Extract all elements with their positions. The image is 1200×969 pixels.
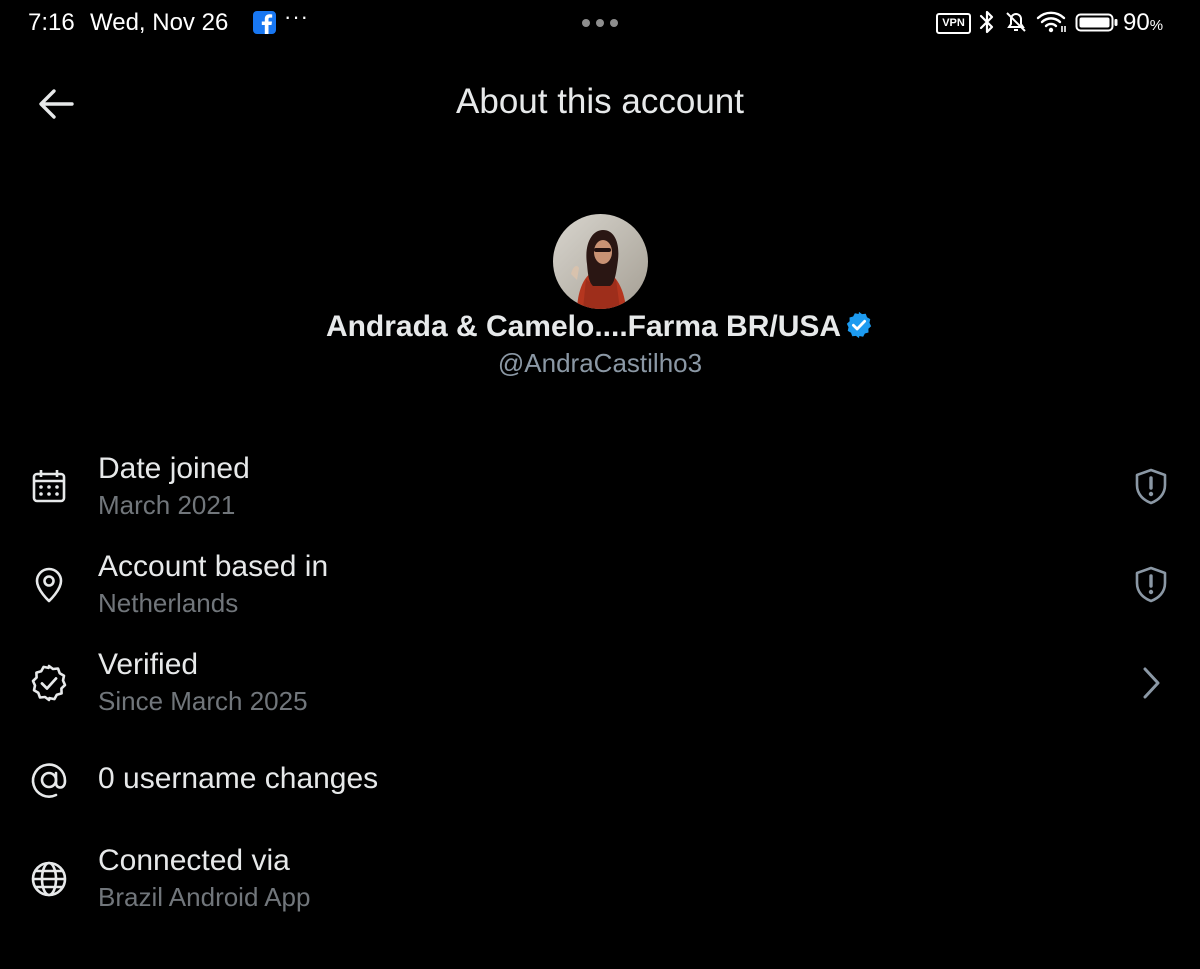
detail-row-verified[interactable]: Verified Since March 2025 <box>0 642 1200 732</box>
detail-value: Netherlands <box>98 588 239 618</box>
more-notifications-icon: ··· <box>284 4 309 29</box>
detail-value: March 2021 <box>98 490 236 520</box>
center-dots-icon <box>582 19 618 27</box>
calendar-icon <box>29 467 69 507</box>
detail-row-username-changes: 0 username changes <box>0 740 1200 830</box>
battery-icon <box>1075 9 1119 40</box>
location-pin-icon <box>29 565 69 605</box>
profile-name-text: Andrada & Camelo....Farma BR/USA <box>325 310 842 343</box>
bell-muted-icon <box>1003 9 1029 40</box>
shield-alert-icon[interactable] <box>1131 467 1171 507</box>
status-bar: 7:16 Wed, Nov 26 ··· VPN 90% <box>0 0 1200 46</box>
bluetooth-icon <box>978 9 996 40</box>
globe-icon <box>29 859 69 899</box>
detail-label: Verified <box>98 648 199 681</box>
verified-badge-icon[interactable] <box>844 310 874 348</box>
detail-row-connected-via: Connected via Brazil Android App <box>0 838 1200 928</box>
avatar[interactable] <box>553 214 648 309</box>
detail-value: Brazil Android App <box>98 882 311 912</box>
verified-badge-outline-icon <box>29 663 69 703</box>
status-date: Wed, Nov 26 <box>90 9 229 36</box>
facebook-icon <box>253 11 276 35</box>
page-title: About this account <box>456 82 744 121</box>
detail-row-date-joined: Date joined March 2021 <box>0 446 1200 536</box>
shield-alert-icon[interactable] <box>1131 565 1171 605</box>
detail-label: Date joined <box>98 452 250 485</box>
app-header: About this account <box>0 60 1200 146</box>
status-time: 7:16 <box>28 9 75 36</box>
at-sign-icon <box>29 760 69 800</box>
vpn-icon: VPN <box>936 13 971 34</box>
wifi-icon <box>1035 9 1067 40</box>
detail-label: 0 username changes <box>98 762 379 795</box>
battery-percentage: 90% <box>1123 9 1164 36</box>
detail-label: Connected via <box>98 844 290 877</box>
profile-handle: @AndraCastilho3 <box>497 348 703 378</box>
profile-name: Andrada & Camelo....Farma BR/USA <box>0 310 1200 348</box>
detail-label: Account based in <box>98 550 329 583</box>
chevron-right-icon[interactable] <box>1131 663 1171 703</box>
detail-row-account-based-in: Account based in Netherlands <box>0 544 1200 634</box>
detail-value: Since March 2025 <box>98 686 308 716</box>
